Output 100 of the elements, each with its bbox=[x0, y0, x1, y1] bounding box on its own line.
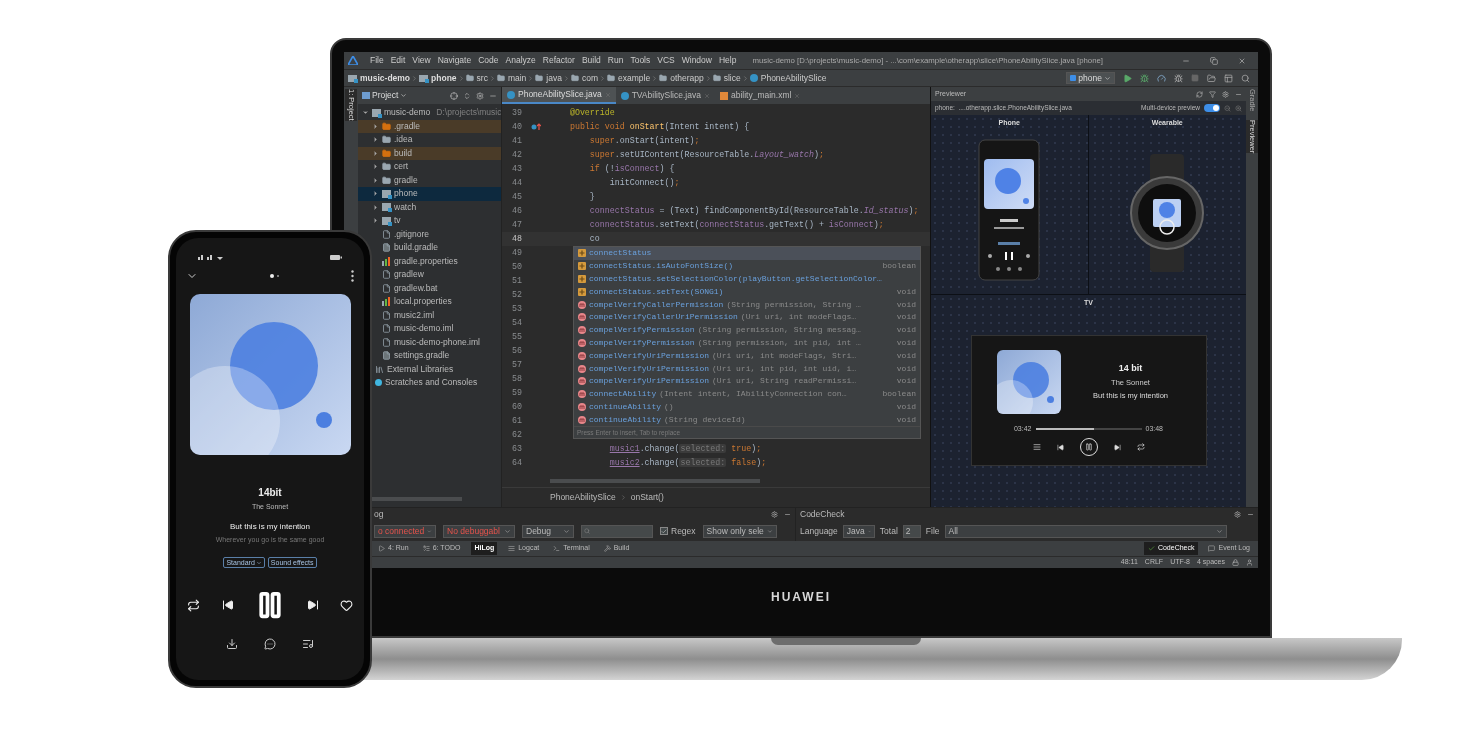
file-dropdown[interactable]: All bbox=[944, 524, 1227, 538]
project-structure-icon[interactable] bbox=[1207, 73, 1216, 83]
tree-item[interactable]: music-demo D:\projects\music bbox=[358, 106, 501, 120]
repeat-icon[interactable] bbox=[187, 598, 200, 612]
log-level-dropdown[interactable]: Debug bbox=[522, 524, 574, 538]
profiler-icon[interactable] bbox=[1157, 73, 1166, 83]
lock-icon[interactable] bbox=[1232, 559, 1239, 566]
tree-item[interactable]: phone bbox=[358, 187, 501, 201]
editor-tab[interactable]: PhoneAbilitySlice.java bbox=[502, 87, 616, 104]
tree-item[interactable]: cert bbox=[358, 160, 501, 174]
expand-arrow-icon[interactable] bbox=[372, 176, 379, 184]
filter-icon[interactable] bbox=[1209, 90, 1216, 98]
breadcrumb-item[interactable]: slice bbox=[712, 71, 741, 85]
settings-icon[interactable] bbox=[476, 91, 484, 100]
menu-item[interactable]: VCS bbox=[657, 54, 675, 67]
tree-item[interactable]: gradlew.bat bbox=[382, 281, 438, 295]
filter-dropdown[interactable]: Show only sele bbox=[702, 524, 777, 538]
tree-item[interactable]: External Libraries bbox=[375, 362, 454, 376]
tree-item[interactable]: gradle bbox=[358, 173, 501, 187]
completion-item[interactable]: connectStatus.setText(SONG1) void bbox=[574, 285, 920, 299]
download-icon[interactable] bbox=[226, 638, 238, 650]
editor-tab[interactable]: ability_main.xml bbox=[714, 87, 806, 104]
breadcrumb-item[interactable]: PhoneAbilitySlice bbox=[550, 491, 616, 504]
tree-item[interactable]: gradle.properties bbox=[382, 254, 458, 268]
expand-arrow-icon[interactable] bbox=[372, 149, 379, 157]
tree-item[interactable]: tv bbox=[358, 214, 501, 228]
tree-item[interactable]: music2.iml bbox=[382, 308, 435, 322]
tree-item[interactable]: build bbox=[358, 146, 501, 160]
playlist-icon[interactable] bbox=[302, 638, 314, 650]
menu-item[interactable]: Help bbox=[718, 54, 737, 67]
completion-item[interactable]: continueAbility (String deviceId) void bbox=[574, 413, 920, 427]
override-marker-icon[interactable] bbox=[531, 123, 541, 131]
comment-icon[interactable] bbox=[264, 638, 276, 650]
zoom-in-icon[interactable] bbox=[1235, 104, 1242, 112]
menu-item[interactable]: Run bbox=[607, 54, 624, 67]
tree-item[interactable]: .gradle bbox=[358, 119, 501, 133]
menu-item[interactable]: Analyze bbox=[505, 54, 536, 67]
previous-icon[interactable] bbox=[1056, 443, 1064, 451]
language-dropdown[interactable]: Java bbox=[842, 524, 875, 538]
menu-item[interactable]: Refactor bbox=[542, 54, 575, 67]
expand-arrow-icon[interactable] bbox=[372, 122, 379, 130]
repeat-icon[interactable] bbox=[1136, 443, 1145, 451]
tree-item[interactable]: watch bbox=[358, 200, 501, 214]
tree-item[interactable]: Scratches and Consoles bbox=[375, 376, 478, 390]
completion-item[interactable]: compelVerifyPermission (String permission, String messag… void bbox=[574, 323, 920, 337]
breadcrumb-item[interactable]: main bbox=[496, 71, 527, 85]
more-icon[interactable] bbox=[351, 270, 354, 282]
menu-item[interactable]: Window bbox=[681, 54, 712, 67]
tree-item[interactable]: .gitignore bbox=[382, 227, 429, 241]
menu-item[interactable]: Tools bbox=[630, 54, 651, 67]
breadcrumb-item[interactable]: PhoneAbilitySlice bbox=[749, 71, 827, 85]
completion-item[interactable]: compelVerifyCallerPermission (String permission, String … void bbox=[574, 298, 920, 311]
refresh-icon[interactable] bbox=[1196, 90, 1203, 98]
settings-icon[interactable] bbox=[1222, 90, 1229, 98]
settings-icon[interactable] bbox=[771, 511, 778, 519]
inspector-icon[interactable] bbox=[1246, 559, 1253, 566]
locate-icon[interactable] bbox=[450, 91, 458, 100]
completion-item[interactable]: compelVerifyPermission (String permission, int pid, int … void bbox=[574, 336, 920, 350]
breadcrumb-item[interactable]: java bbox=[535, 71, 562, 85]
heart-icon[interactable] bbox=[340, 598, 353, 612]
next-icon[interactable] bbox=[1113, 443, 1121, 451]
breadcrumb-item[interactable]: otherapp bbox=[659, 71, 704, 85]
playlist-icon[interactable] bbox=[1032, 443, 1041, 451]
tree-item[interactable]: music-demo.iml bbox=[382, 322, 454, 336]
run-icon[interactable] bbox=[1123, 73, 1132, 83]
tree-item[interactable]: build.gradle bbox=[382, 241, 438, 255]
restore-icon[interactable] bbox=[1210, 56, 1218, 65]
breadcrumb-item[interactable]: example bbox=[607, 71, 651, 85]
zoom-out-icon[interactable] bbox=[1224, 104, 1231, 112]
expand-arrow-icon[interactable] bbox=[372, 203, 379, 211]
expand-arrow-icon[interactable] bbox=[362, 109, 369, 117]
expand-arrow-icon[interactable] bbox=[372, 217, 379, 225]
completion-item[interactable]: connectStatus.isAutoFontSize() boolean bbox=[574, 259, 920, 273]
tree-item[interactable]: gradlew bbox=[382, 268, 424, 282]
close-icon[interactable] bbox=[1238, 56, 1246, 65]
previous-icon[interactable] bbox=[221, 599, 234, 611]
menu-item[interactable]: View bbox=[412, 54, 431, 67]
tree-item[interactable]: music-demo-phone.iml bbox=[382, 335, 480, 349]
search-icon[interactable] bbox=[1241, 73, 1250, 83]
completion-item[interactable]: compelVerifyUriPermission (Uri uri, int pid, int uid, i… void bbox=[574, 362, 920, 375]
menu-item[interactable]: Code bbox=[478, 54, 499, 67]
menu-item[interactable]: Edit bbox=[390, 54, 406, 67]
completion-item[interactable]: compelVerifyUriPermission (Uri uri, int modeFlags, Stri… void bbox=[574, 349, 920, 363]
breadcrumb-item[interactable]: music-demo bbox=[348, 71, 411, 85]
device-selector[interactable]: phone bbox=[1066, 72, 1115, 84]
log-search-field[interactable] bbox=[581, 524, 653, 538]
menu-item[interactable]: File bbox=[370, 54, 384, 67]
completion-item[interactable]: compelVerifyCallerUriPermission (Uri uri, int modeFlags… void bbox=[574, 311, 920, 324]
completion-item[interactable]: connectStatus.setSelectionColor(playButton.getSelectionColor… bbox=[574, 272, 920, 286]
editor-tab[interactable]: TVAbilitySlice.java bbox=[615, 87, 715, 104]
debug-icon[interactable] bbox=[1140, 73, 1149, 83]
regex-checkbox[interactable] bbox=[660, 527, 668, 536]
breadcrumb-item[interactable]: onStart() bbox=[630, 491, 664, 504]
menu-item[interactable]: Navigate bbox=[437, 54, 472, 67]
attach-debugger-icon[interactable] bbox=[1174, 73, 1183, 83]
tree-item[interactable]: settings.gradle bbox=[382, 349, 450, 363]
collapse-all-icon[interactable] bbox=[463, 91, 471, 100]
expand-arrow-icon[interactable] bbox=[372, 136, 379, 144]
breadcrumb-item[interactable]: com bbox=[570, 71, 598, 85]
completion-item[interactable]: continueAbility () void bbox=[574, 400, 920, 414]
